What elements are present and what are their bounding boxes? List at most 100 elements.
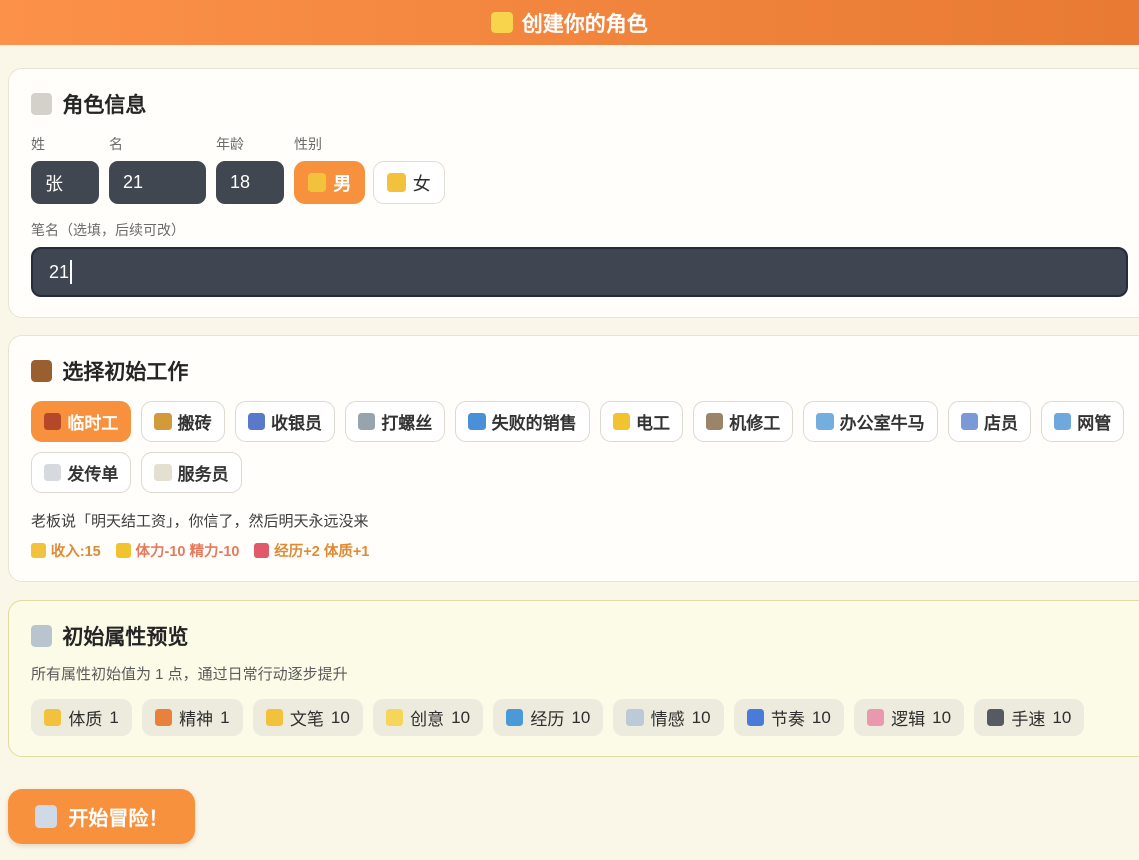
attr-constitution: 💪 体质 1 — [31, 699, 132, 736]
gender-male-button[interactable]: 👦 男 — [294, 161, 365, 204]
gender-field-group: 性别 👦 男 👧 女 — [294, 134, 445, 204]
name-fields-row: 姓 名 年龄 性别 👦 男 — [31, 134, 1128, 204]
job-description: 老板说「明天结工资」，你信了，然后明天永远没来 — [31, 510, 1128, 531]
given-name-input[interactable] — [109, 161, 206, 204]
bulb-icon: 💡 — [386, 709, 403, 726]
job-option-label: 网管 — [1077, 409, 1111, 434]
attr-label: 体质 — [68, 705, 102, 730]
character-creation-screen: ✨ 创建你的角色 📝 角色信息 姓 名 年龄 — [0, 0, 1139, 844]
attr-label: 情感 — [651, 705, 685, 730]
job-selection-title-text: 选择初始工作 — [62, 356, 188, 386]
gender-female-label: 女 — [413, 170, 431, 196]
job-effects: 💰 收入:15 ⚡ 体力-10 精力-10 📈 经历+2 体质+1 — [31, 540, 1128, 561]
desktop-icon: 🖥️ — [1054, 413, 1071, 430]
effect-income-text: 收入:15 — [51, 540, 101, 561]
attr-value: 10 — [812, 708, 831, 728]
surname-field-group: 姓 — [31, 134, 99, 204]
attribute-preview-title: 📊 初始属性预览 — [31, 621, 1128, 651]
job-option-office-worker[interactable]: 💻 办公室牛马 — [803, 401, 937, 442]
job-options: 🧱 临时工 🏗️ 搬砖 🏪 收银员 🔧 打螺丝 📱 失败的销售 — [31, 401, 1128, 493]
gender-male-label: 男 — [333, 170, 351, 196]
attr-value: 10 — [451, 708, 470, 728]
phone-icon: 📱 — [468, 413, 485, 430]
job-option-label: 打螺丝 — [381, 409, 432, 434]
attr-value: 1 — [109, 708, 118, 728]
laptop-icon: 💻 — [816, 413, 833, 430]
keyboard-icon: ⌨️ — [987, 709, 1004, 726]
job-option-failed-sales[interactable]: 📱 失败的销售 — [455, 401, 589, 442]
attr-value: 10 — [331, 708, 350, 728]
music-note-icon: 🎵 — [747, 709, 764, 726]
bar-chart-icon: 📊 — [31, 625, 52, 646]
boy-icon: 👦 — [308, 173, 326, 191]
attr-label: 手速 — [1011, 705, 1045, 730]
job-option-label: 办公室牛马 — [840, 409, 925, 434]
job-option-mechanic[interactable]: 🛠️ 机修工 — [693, 401, 793, 442]
job-option-electrician[interactable]: ⚡ 电工 — [600, 401, 683, 442]
attribute-preview-title-text: 初始属性预览 — [62, 621, 188, 651]
gender-female-button[interactable]: 👧 女 — [373, 161, 444, 204]
brick-icon: 🧱 — [44, 413, 61, 430]
job-option-cashier[interactable]: 🏪 收银员 — [235, 401, 335, 442]
attr-label: 节奏 — [771, 705, 805, 730]
job-option-flyer-distributor[interactable]: 📄 发传单 — [31, 452, 131, 493]
job-option-label: 电工 — [636, 409, 670, 434]
surname-input[interactable] — [31, 161, 99, 204]
globe-icon: 🌍 — [506, 709, 523, 726]
flex-arm-icon: 💪 — [44, 709, 61, 726]
effect-experience-text: 经历+2 体质+1 — [274, 540, 369, 561]
start-adventure-button[interactable]: 🚀 开始冒险！ — [8, 789, 195, 844]
job-option-label: 店员 — [984, 409, 1018, 434]
gender-label: 性别 — [294, 134, 445, 154]
age-label: 年龄 — [216, 134, 284, 154]
receipt-icon: 🧾 — [154, 464, 171, 481]
pen-name-input[interactable]: 21 — [31, 247, 1128, 297]
attr-emotion: 💭 情感 10 — [613, 699, 723, 736]
bolt-icon: ⚡ — [116, 543, 131, 558]
briefcase-icon: 💼 — [31, 360, 52, 381]
memo-icon: 📝 — [31, 93, 52, 114]
job-option-temp-worker[interactable]: 🧱 临时工 — [31, 401, 131, 442]
effect-stamina: ⚡ 体力-10 精力-10 — [116, 540, 240, 561]
character-info-title: 📝 角色信息 — [31, 89, 1128, 119]
attr-label: 精神 — [179, 705, 213, 730]
attr-creativity: 💡 创意 10 — [373, 699, 483, 736]
sparkles-icon: ✨ — [491, 12, 512, 33]
attr-value: 10 — [1052, 708, 1071, 728]
crane-icon: 🏗️ — [154, 413, 171, 430]
attribute-preview-subtitle: 所有属性初始值为 1 点，通过日常行动逐步提升 — [31, 663, 1128, 684]
job-option-label: 搬砖 — [178, 409, 212, 434]
job-option-shop-clerk[interactable]: 🏬 店员 — [948, 401, 1031, 442]
attr-writing: ✍️ 文笔 10 — [253, 699, 363, 736]
attr-value: 10 — [571, 708, 590, 728]
age-field-group: 年龄 — [216, 134, 284, 204]
effect-stamina-text: 体力-10 精力-10 — [136, 540, 240, 561]
money-bag-icon: 💰 — [31, 543, 46, 558]
attr-label: 经历 — [530, 705, 564, 730]
department-store-icon: 🏬 — [961, 413, 978, 430]
hammer-wrench-icon: 🛠️ — [706, 413, 723, 430]
bolt-icon: ⚡ — [613, 413, 630, 430]
wrench-icon: 🔧 — [358, 413, 375, 430]
job-option-net-admin[interactable]: 🖥️ 网管 — [1041, 401, 1124, 442]
surname-label: 姓 — [31, 134, 99, 154]
job-option-label: 服务员 — [178, 460, 229, 485]
effect-experience: 📈 经历+2 体质+1 — [254, 540, 369, 561]
attr-label: 文笔 — [290, 705, 324, 730]
job-option-screw-worker[interactable]: 🔧 打螺丝 — [345, 401, 445, 442]
writing-hand-icon: ✍️ — [266, 709, 283, 726]
job-option-label: 临时工 — [67, 409, 118, 434]
brain-icon: 🧠 — [867, 709, 884, 726]
lotus-icon: 🧘 — [155, 709, 172, 726]
attr-experience: 🌍 经历 10 — [493, 699, 603, 736]
attr-logic: 🧠 逻辑 10 — [854, 699, 964, 736]
page-icon: 📄 — [44, 464, 61, 481]
pen-name-value: 21 — [49, 262, 69, 283]
job-option-brick-carrier[interactable]: 🏗️ 搬砖 — [141, 401, 224, 442]
store-icon: 🏪 — [248, 413, 265, 430]
attribute-preview-card: 📊 初始属性预览 所有属性初始值为 1 点，通过日常行动逐步提升 💪 体质 1 … — [8, 600, 1139, 757]
age-input[interactable] — [216, 161, 284, 204]
girl-icon: 👧 — [387, 173, 405, 191]
job-option-label: 发传单 — [67, 460, 118, 485]
job-option-waiter[interactable]: 🧾 服务员 — [141, 452, 241, 493]
